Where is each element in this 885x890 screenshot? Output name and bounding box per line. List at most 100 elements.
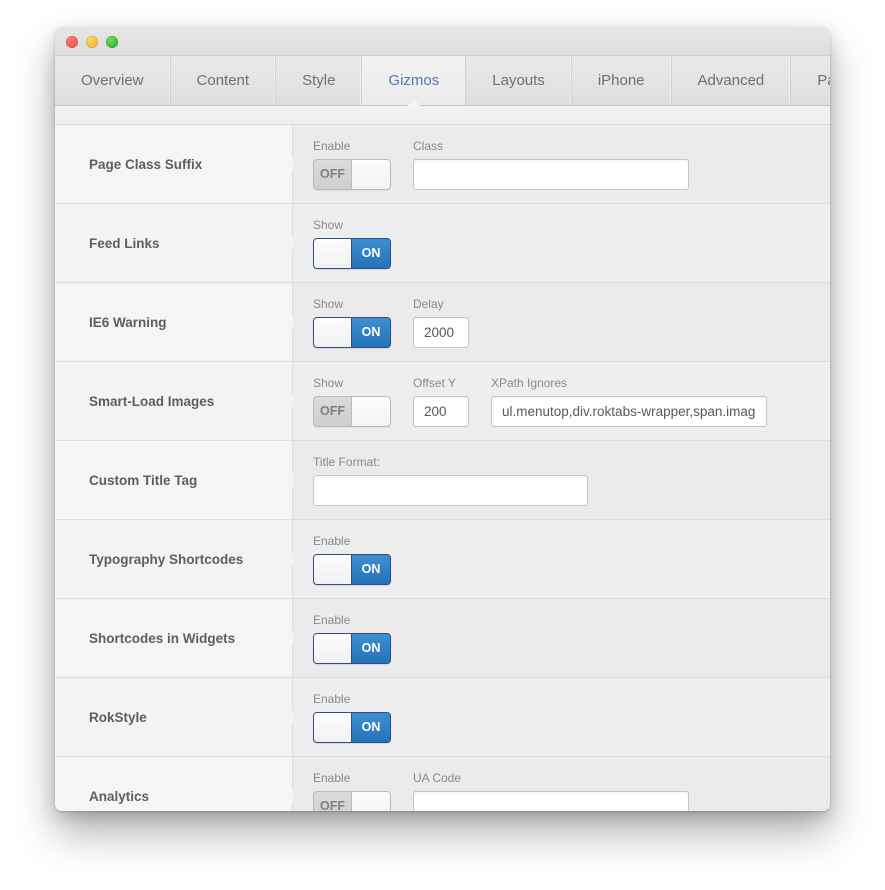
field-show: Show ON: [313, 218, 391, 269]
toggle-knob: [314, 712, 352, 742]
title-format-input[interactable]: [313, 474, 588, 506]
settings-row-smart-load-images: Smart-Load Images Show OFF Offset Y 200 …: [55, 362, 830, 441]
row-label: Shortcodes in Widgets: [55, 599, 299, 677]
settings-row-typography-shortcodes: Typography Shortcodes Enable ON: [55, 520, 830, 599]
field-label: Delay: [413, 296, 444, 311]
tab-advanced[interactable]: Advanced: [672, 56, 792, 105]
settings-row-custom-title-tag: Custom Title Tag Title Format:: [55, 441, 830, 520]
toggle-state-label: ON: [352, 712, 390, 742]
tab-style[interactable]: Style: [276, 56, 363, 105]
field-label: XPath Ignores: [491, 375, 568, 390]
field-xpath-ignores: XPath Ignores: [491, 376, 767, 427]
tab-label: Style: [302, 72, 336, 89]
toggle-enable[interactable]: OFF: [313, 158, 391, 190]
toggle-state-label: OFF: [314, 159, 352, 189]
field-enable: Enable OFF: [313, 139, 391, 190]
field-label: Show: [313, 217, 344, 232]
toggle-state-label: ON: [352, 317, 390, 347]
row-title: Custom Title Tag: [89, 472, 198, 488]
screenshot-stage: Overview Content Style Gizmos Layouts iP…: [0, 0, 885, 890]
toggle-state-label: ON: [352, 238, 390, 268]
delay-input[interactable]: [413, 316, 469, 348]
toggle-enable[interactable]: ON: [313, 711, 391, 743]
row-label: Analytics: [55, 757, 299, 811]
toggle-show[interactable]: ON: [313, 237, 391, 269]
offset-y-input[interactable]: [413, 395, 469, 427]
tab-label: Overview: [81, 72, 144, 89]
toggle-show[interactable]: ON: [313, 316, 391, 348]
row-title: Analytics: [89, 788, 150, 804]
tab-page-templates[interactable]: Page Templates: [791, 56, 830, 105]
tab-iphone[interactable]: iPhone: [572, 56, 672, 105]
settings-list: Page Class Suffix Enable OFF Class Feed …: [55, 125, 830, 811]
tab-layouts[interactable]: Layouts: [466, 56, 572, 105]
row-fields: Title Format:: [293, 441, 830, 519]
tab-overview[interactable]: Overview: [55, 56, 171, 105]
tab-label: Advanced: [697, 72, 765, 89]
toggle-enable[interactable]: OFF: [313, 790, 391, 811]
field-label: UA Code: [413, 770, 462, 785]
field-show: Show OFF: [313, 376, 391, 427]
toggle-knob: [314, 238, 352, 268]
row-label: Typography Shortcodes: [55, 520, 299, 598]
toggle-knob: [352, 396, 390, 426]
tab-gizmos[interactable]: Gizmos: [362, 56, 467, 105]
row-fields: Enable OFF Class: [293, 125, 830, 203]
tab-label: Gizmos: [388, 72, 440, 89]
row-label: Custom Title Tag: [55, 441, 299, 519]
tab-label: Layouts: [492, 72, 545, 89]
toggle-enable[interactable]: ON: [313, 553, 391, 585]
toggle-state-label: ON: [352, 633, 390, 663]
maximize-window-button[interactable]: [106, 36, 118, 48]
row-fields: Enable OFF UA Code: [293, 757, 830, 811]
toggle-state-label: ON: [352, 554, 390, 584]
toggle-enable[interactable]: ON: [313, 632, 391, 664]
row-fields: Show ON Delay: [293, 283, 830, 361]
tab-content[interactable]: Content: [171, 56, 277, 105]
settings-row-analytics: Analytics Enable OFF UA Code: [55, 757, 830, 811]
tab-bar: Overview Content Style Gizmos Layouts iP…: [55, 56, 830, 106]
field-show: Show ON: [313, 297, 391, 348]
row-label: RokStyle: [55, 678, 299, 756]
toggle-knob: [314, 554, 352, 584]
close-window-button[interactable]: [66, 36, 78, 48]
ua-code-input[interactable]: [413, 790, 689, 811]
tab-label: Content: [196, 72, 250, 89]
toggle-knob: [352, 791, 390, 811]
settings-row-page-class-suffix: Page Class Suffix Enable OFF Class: [55, 125, 830, 204]
field-title-format: Title Format:: [313, 455, 588, 506]
field-label: Enable: [313, 691, 351, 706]
window-titlebar: [55, 27, 830, 56]
row-title: Page Class Suffix: [89, 156, 203, 172]
field-label: Offset Y: [413, 375, 456, 390]
settings-row-feed-links: Feed Links Show ON: [55, 204, 830, 283]
tab-underbar: [55, 106, 830, 125]
row-label: Smart-Load Images: [55, 362, 299, 440]
row-title: Shortcodes in Widgets: [89, 630, 236, 646]
field-enable: Enable OFF: [313, 771, 391, 811]
toggle-show[interactable]: OFF: [313, 395, 391, 427]
settings-row-ie6-warning: IE6 Warning Show ON Delay: [55, 283, 830, 362]
class-input[interactable]: [413, 158, 689, 190]
settings-row-shortcodes-in-widgets: Shortcodes in Widgets Enable ON: [55, 599, 830, 678]
field-label: Title Format:: [313, 454, 380, 469]
row-fields: Enable ON: [293, 520, 830, 598]
toggle-knob: [314, 633, 352, 663]
field-label: Class: [413, 138, 444, 153]
toggle-state-label: OFF: [314, 791, 352, 811]
row-fields: Show ON: [293, 204, 830, 282]
xpath-ignores-input[interactable]: [491, 395, 767, 427]
row-fields: Enable ON: [293, 599, 830, 677]
row-fields: Show OFF Offset Y XPath Ignores: [293, 362, 830, 440]
field-class: Class: [413, 139, 689, 190]
field-enable: Enable ON: [313, 692, 391, 743]
field-enable: Enable ON: [313, 613, 391, 664]
settings-row-rokstyle: RokStyle Enable ON: [55, 678, 830, 757]
row-title: Smart-Load Images: [89, 393, 215, 409]
field-label: Enable: [313, 138, 351, 153]
row-title: Feed Links: [89, 235, 160, 251]
row-label: IE6 Warning: [55, 283, 299, 361]
row-title: RokStyle: [89, 709, 147, 725]
row-label: Feed Links: [55, 204, 299, 282]
minimize-window-button[interactable]: [86, 36, 98, 48]
